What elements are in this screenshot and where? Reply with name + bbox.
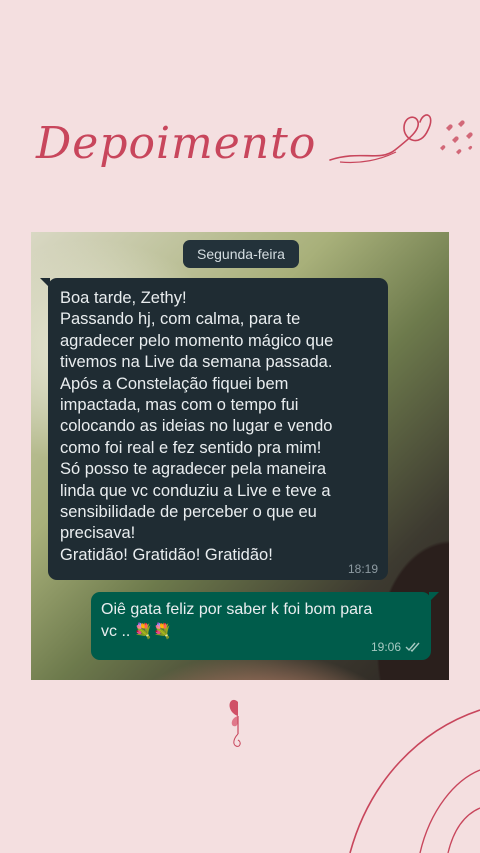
chat-screenshot: Segunda-feira Boa tarde, Zethy! Passando… (31, 232, 449, 680)
date-badge: Segunda-feira (183, 240, 299, 268)
bouquet-emoji: 💐💐 (134, 623, 172, 640)
incoming-message-time: 18:19 (347, 562, 378, 576)
outgoing-message-bubble[interactable]: Oiê gata feliz por saber k foi bom para … (91, 592, 439, 660)
incoming-message-text: Boa tarde, Zethy! Passando hj, com calma… (60, 289, 334, 564)
butterfly-icon (229, 699, 241, 747)
outgoing-message-line2: vc .. (101, 623, 131, 640)
outgoing-message-line1: Oiê gata feliz por saber k foi bom para (101, 601, 373, 618)
hearts-icon (440, 120, 473, 155)
double-check-icon (405, 642, 420, 652)
incoming-message-bubble[interactable]: Boa tarde, Zethy! Passando hj, com calma… (40, 278, 388, 580)
outgoing-message-time: 19:06 (370, 640, 401, 654)
decorative-arcs (349, 709, 480, 853)
page-title: Depoimento (36, 118, 317, 169)
